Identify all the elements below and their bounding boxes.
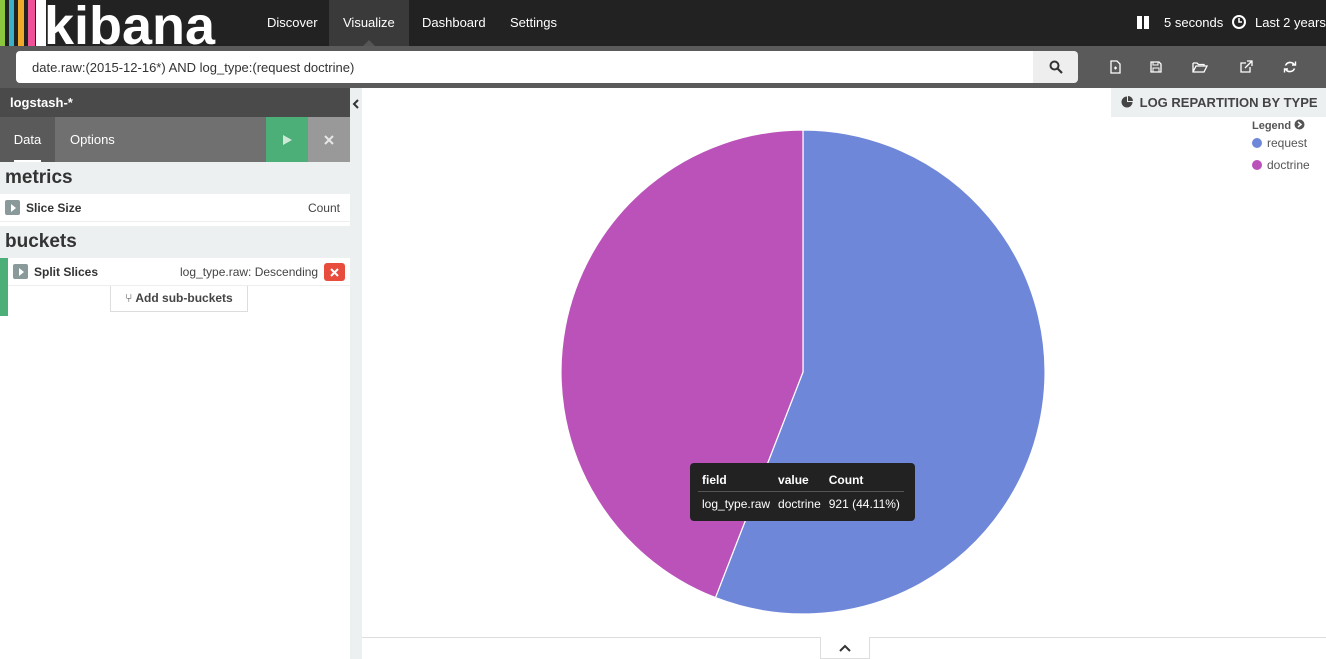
bucket-value: log_type.raw: Descending (180, 265, 319, 279)
metric-label: Slice Size (26, 201, 82, 215)
bucket-row[interactable]: Split Slices log_type.raw: Descending (8, 258, 350, 286)
tooltip-header-count: Count (824, 471, 904, 492)
editor-sidebar: logstash-* Data Options metrics Slice Si… (0, 88, 350, 659)
kibana-logo[interactable]: kibana (0, 0, 253, 56)
metric-value: Count (307, 201, 340, 215)
close-icon (330, 268, 339, 277)
expand-toggle-icon[interactable] (5, 200, 20, 215)
discard-changes-button[interactable] (308, 117, 350, 162)
tooltip-field: log_type.raw (702, 497, 771, 511)
tooltip-header-value: value (774, 471, 825, 492)
chevron-left-icon[interactable] (351, 96, 361, 112)
bucket-split-slices: Split Slices log_type.raw: Descending ⑂ … (0, 258, 350, 318)
add-sub-buckets-label: Add sub-buckets (135, 291, 233, 305)
clock-icon (1232, 0, 1246, 46)
tab-data-label: Data (13, 132, 42, 147)
apply-changes-button[interactable] (266, 117, 308, 162)
external-link-icon[interactable] (1236, 57, 1256, 77)
expand-toggle-icon[interactable] (13, 264, 28, 279)
pause-icon[interactable] (1136, 0, 1150, 46)
tooltip-count: 921 (44.11%) (828, 497, 900, 511)
close-icon (324, 134, 334, 145)
buckets-section-title: buckets (0, 226, 350, 258)
index-pattern-title: logstash-* (0, 88, 350, 117)
search-button[interactable] (1033, 51, 1078, 83)
nav-dashboard[interactable]: Dashboard (408, 0, 500, 46)
active-tab-underline (14, 160, 41, 162)
tooltip-value: doctrine (778, 497, 821, 511)
pie-chart-icon (1121, 96, 1133, 108)
query-input[interactable] (16, 51, 1033, 83)
search-bar (0, 46, 1326, 88)
refresh-interval[interactable]: 5 seconds (1164, 0, 1223, 46)
chevron-up-icon[interactable] (820, 637, 870, 659)
visualization-title-text: LOG REPARTITION BY TYPE (1139, 95, 1318, 110)
bucket-status-bar (0, 258, 8, 316)
sidebar-tabs: Data Options (0, 117, 350, 162)
nav-discover[interactable]: Discover (253, 0, 332, 46)
top-navigation: kibana Discover Visualize Dashboard Sett… (0, 0, 1326, 56)
tab-data[interactable]: Data (0, 117, 55, 162)
tab-options[interactable]: Options (70, 117, 115, 162)
logo-text: kibana (44, 0, 216, 46)
branch-icon: ⑂ (125, 291, 133, 305)
chart-tooltip: field value Count log_type.raw doctrine … (690, 463, 915, 521)
bucket-label: Split Slices (34, 265, 99, 279)
metric-slice-size[interactable]: Slice Size Count (0, 194, 350, 222)
save-icon[interactable] (1146, 57, 1166, 77)
pie-chart (560, 129, 1046, 615)
new-document-icon[interactable] (1105, 57, 1125, 77)
nav-visualize[interactable]: Visualize (329, 0, 409, 46)
time-range[interactable]: Last 2 years (1255, 0, 1326, 46)
nav-visualize-label: Visualize (343, 15, 395, 30)
folder-open-icon[interactable] (1190, 57, 1210, 77)
visualization-title: LOG REPARTITION BY TYPE (1111, 88, 1326, 117)
nav-settings[interactable]: Settings (496, 0, 571, 46)
play-icon (283, 134, 292, 145)
remove-bucket-button[interactable] (324, 263, 345, 281)
refresh-icon[interactable] (1280, 57, 1300, 77)
add-sub-buckets-button[interactable]: ⑂ Add sub-buckets (110, 286, 248, 312)
metrics-section-title: metrics (0, 162, 350, 194)
search-icon (1049, 60, 1063, 74)
tooltip-header-field: field (698, 471, 775, 492)
sidebar-divider[interactable] (350, 88, 362, 659)
